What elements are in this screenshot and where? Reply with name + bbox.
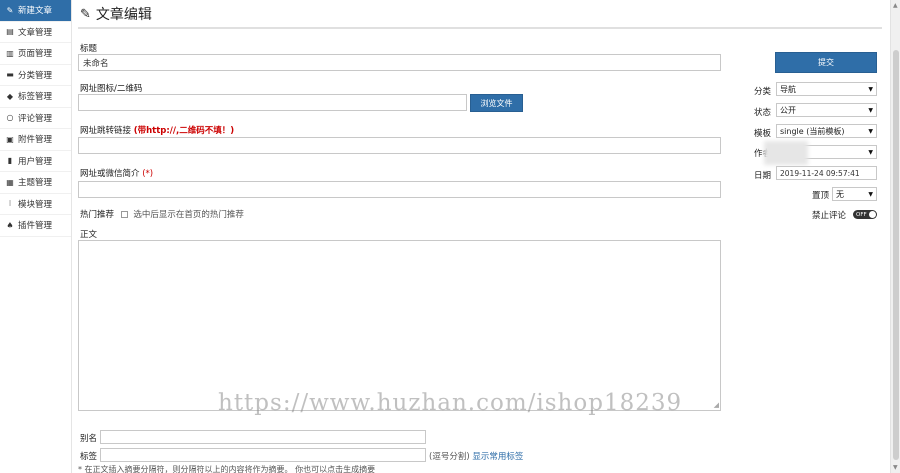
status-select-value: 公开 [780, 105, 796, 115]
sidebar-item-label: 评论管理 [18, 113, 53, 124]
date-input-value: 2019-11-24 09:57:41 [780, 168, 860, 178]
body-textarea[interactable]: ◢ [78, 240, 721, 411]
theme-icon: ▦ [6, 177, 14, 187]
description-input[interactable] [78, 181, 721, 198]
status-label: 状态 [754, 108, 772, 118]
comment-icon: ○ [6, 113, 14, 123]
description-label: 网址或微信简介 (*) [80, 167, 153, 179]
page-icon: ▥ [6, 48, 14, 58]
title-label: 标题 [80, 44, 98, 54]
body-label: 正文 [80, 230, 98, 240]
sidebar-item-comments[interactable]: ○ 评论管理 [0, 108, 71, 129]
sidebar-item-new-article[interactable]: ✎ 新建文章 [0, 0, 71, 22]
sidebar: ✎ 新建文章 ▤ 文章管理 ▥ 页面管理 ▬ 分类管理 ◆ 标签管理 ○ 评论管… [0, 0, 72, 473]
category-select[interactable]: 导航 ▼ [776, 82, 877, 96]
sidebar-item-label: 插件管理 [18, 221, 53, 232]
description-label-text: 网址或微信简介 [80, 169, 140, 179]
watermark: https://www.huzhan.com/ishop18239 [218, 390, 683, 416]
document-icon: ▤ [6, 27, 14, 37]
page-title-text: 文章编辑 [95, 7, 152, 23]
date-label: 日期 [754, 171, 772, 181]
chevron-down-icon: ▼ [868, 190, 873, 198]
chevron-down-icon: ▼ [868, 127, 873, 135]
tag-icon: ◆ [6, 91, 14, 101]
top-label: 置顶 [812, 191, 830, 201]
resize-grip-icon[interactable]: ◢ [714, 401, 719, 409]
sidebar-item-label: 主题管理 [18, 178, 53, 189]
sidebar-item-users[interactable]: ▮ 用户管理 [0, 151, 71, 172]
category-label: 分类 [754, 87, 772, 97]
title-input-value: 未命名 [83, 58, 109, 69]
tags-input[interactable] [100, 448, 426, 462]
sidebar-item-modules[interactable]: ⁝ 模块管理 [0, 194, 71, 215]
date-input[interactable]: 2019-11-24 09:57:41 [776, 166, 877, 180]
show-common-tags-link[interactable]: 显示常用标签 [472, 452, 523, 462]
sidebar-item-label: 文章管理 [18, 27, 53, 38]
top-select[interactable]: 无 ▼ [832, 187, 877, 201]
module-icon: ⁝ [8, 199, 12, 209]
sidebar-item-attachments[interactable]: ▣ 附件管理 [0, 129, 71, 151]
template-select[interactable]: single (当前模板) ▼ [776, 124, 877, 138]
sidebar-item-pages[interactable]: ▥ 页面管理 [0, 43, 71, 65]
toggle-knob [869, 211, 876, 218]
chevron-down-icon: ▼ [868, 85, 873, 93]
jump-link-note: (带http://,二维码不填！) [133, 126, 235, 136]
icon-label: 网址图标/二维码 [80, 84, 143, 94]
sidebar-item-tags[interactable]: ◆ 标签管理 [0, 86, 71, 108]
sidebar-item-label: 标签管理 [18, 92, 53, 103]
page-title: ✎ 文章编辑 [80, 4, 152, 24]
sidebar-item-label: 用户管理 [18, 156, 53, 167]
pencil-icon: ✎ [6, 5, 14, 15]
alias-input[interactable] [100, 430, 426, 444]
edit-icon: ✎ [80, 6, 91, 22]
blurred-region [764, 141, 808, 165]
scroll-up-icon[interactable]: ▲ [893, 2, 898, 9]
sidebar-item-label: 模块管理 [18, 199, 53, 210]
sidebar-item-themes[interactable]: ▦ 主题管理 [0, 172, 71, 194]
folder-icon: ▬ [6, 70, 14, 80]
hot-recommend-text: 选中后显示在首页的热门推荐 [133, 210, 244, 220]
disable-comment-toggle[interactable]: OFF [853, 210, 877, 219]
chevron-down-icon: ▼ [868, 148, 873, 156]
jump-link-label-text: 网址跳转链接 [80, 126, 132, 136]
template-label: 模板 [754, 129, 772, 139]
tags-label: 标签 [80, 452, 98, 462]
tags-hint-row: (逗号分割) 显示常用标签 [429, 450, 523, 462]
alias-label: 别名 [80, 434, 98, 444]
tags-hint: (逗号分割) [429, 452, 470, 462]
title-divider [78, 27, 882, 29]
jump-link-input[interactable] [78, 137, 721, 154]
page-scrollbar[interactable]: ▲ ▼ [890, 0, 900, 473]
scroll-down-icon[interactable]: ▼ [893, 464, 898, 471]
sidebar-item-articles[interactable]: ▤ 文章管理 [0, 22, 71, 43]
sidebar-item-label: 附件管理 [18, 135, 53, 146]
chevron-down-icon: ▼ [868, 106, 873, 114]
hot-recommend-row: 热门推荐 选中后显示在首页的热门推荐 [80, 208, 244, 220]
submit-button[interactable]: 提交 [775, 52, 877, 73]
jump-link-label: 网址跳转链接 (带http://,二维码不填！) [80, 124, 234, 136]
category-select-value: 导航 [780, 84, 796, 94]
top-select-value: 无 [836, 189, 844, 199]
sidebar-item-label: 页面管理 [18, 49, 53, 60]
icon-input[interactable] [78, 94, 467, 111]
sidebar-item-categories[interactable]: ▬ 分类管理 [0, 65, 71, 86]
scrollbar-thumb[interactable] [893, 50, 899, 460]
status-select[interactable]: 公开 ▼ [776, 103, 877, 117]
sidebar-item-plugins[interactable]: ♠ 插件管理 [0, 215, 71, 237]
template-select-value: single (当前模板) [780, 126, 845, 136]
sidebar-item-label: 分类管理 [18, 70, 53, 81]
excerpt-footnote: * 在正文插入摘要分隔符，则分隔符以上的内容将作为摘要。 你也可以点击生成摘要 [78, 465, 376, 473]
hot-recommend-label: 热门推荐 [80, 210, 115, 220]
disable-comment-label: 禁止评论 [812, 211, 847, 221]
toggle-text: OFF [856, 211, 867, 218]
plugin-icon: ♠ [6, 220, 14, 230]
sidebar-item-label: 新建文章 [18, 6, 53, 17]
browse-file-button[interactable]: 浏览文件 [470, 94, 523, 112]
title-input[interactable]: 未命名 [78, 54, 721, 71]
attachment-icon: ▣ [6, 134, 14, 144]
user-icon: ▮ [7, 156, 13, 166]
hot-recommend-checkbox[interactable] [120, 211, 128, 218]
required-mark: (*) [142, 169, 154, 179]
